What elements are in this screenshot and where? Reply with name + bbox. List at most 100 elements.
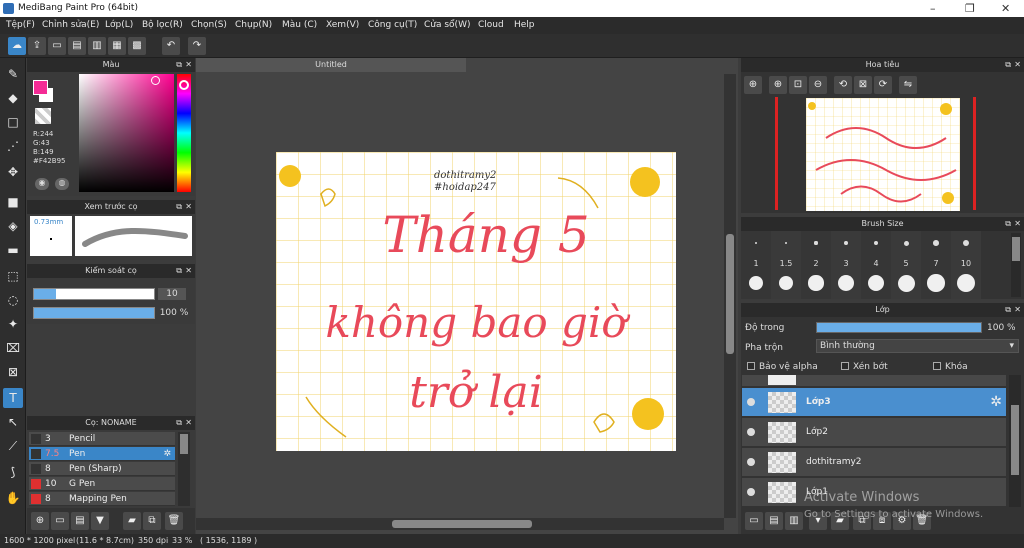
popout-icon[interactable]: ⧉ — [1005, 303, 1011, 317]
close-icon[interactable]: ✕ — [185, 58, 192, 72]
duplicate-icon[interactable]: ⧉ — [143, 512, 161, 530]
layer-row[interactable]: Lớp2 — [742, 418, 1006, 447]
document-icon[interactable]: ▥ — [88, 37, 106, 55]
menu-edit[interactable]: Chỉnh sửa(E) — [42, 20, 99, 30]
menu-view[interactable]: Xem(V) — [326, 20, 359, 30]
select-pen-icon[interactable]: ⌧ — [3, 338, 23, 358]
minimize-button[interactable]: – — [930, 2, 936, 15]
popout-icon[interactable]: ⧉ — [176, 264, 182, 278]
protect-alpha-checkbox[interactable] — [747, 362, 755, 370]
maximize-button[interactable]: ❐ — [965, 2, 975, 15]
blend-mode-select[interactable]: Bình thường ▾ — [816, 339, 1019, 353]
vertical-scroll-thumb[interactable] — [726, 234, 734, 354]
close-button[interactable]: ✕ — [1001, 2, 1010, 15]
cloud-icon[interactable]: ☁ — [8, 37, 26, 55]
brush-size-option[interactable]: 5 — [891, 231, 921, 299]
lock-checkbox[interactable] — [933, 362, 941, 370]
brush-size-option[interactable]: 10 — [951, 231, 981, 299]
brush-size-value[interactable]: 10 — [158, 288, 186, 300]
canvas-horizontal-scrollbar[interactable] — [196, 518, 724, 530]
new-halftone-layer-icon[interactable]: ▤ — [765, 512, 783, 530]
menu-help[interactable]: Help — [514, 20, 535, 30]
dot-tool-icon[interactable]: ⋰ — [3, 136, 23, 156]
brush-item[interactable]: 3 Pencil — [29, 432, 175, 446]
bucket-tool-icon[interactable]: ◈ — [3, 216, 23, 236]
menu-select[interactable]: Chọn(S) — [191, 20, 227, 30]
new-brush-icon[interactable]: ▭ — [51, 512, 69, 530]
document-tab[interactable]: Untitled — [196, 58, 466, 72]
brush-size-scrollbar[interactable] — [1011, 233, 1021, 297]
select-rect-icon[interactable]: ⬚ — [3, 266, 23, 286]
lasso-icon[interactable]: ◌ — [3, 290, 23, 310]
brush-size-option[interactable]: 3 — [831, 231, 861, 299]
brush-item[interactable]: 7.5 Pen ✲ — [29, 447, 175, 461]
palette-icon[interactable]: ◉ — [35, 178, 49, 190]
comment-icon[interactable]: ▭ — [48, 37, 66, 55]
brush-size-option[interactable]: 4 — [861, 231, 891, 299]
brush-size-option[interactable]: 1.5 — [771, 231, 801, 299]
gradient-tool-icon[interactable]: ▬ — [3, 240, 23, 260]
layer-scrollbar[interactable] — [1009, 375, 1021, 507]
close-icon[interactable]: ✕ — [185, 200, 192, 214]
menu-cloud[interactable]: Cloud — [478, 20, 504, 30]
menu-color[interactable]: Màu (C) — [282, 20, 317, 30]
layer-row-partial[interactable] — [742, 375, 1006, 387]
menu-file[interactable]: Tệp(F) — [6, 20, 35, 30]
visibility-icon[interactable] — [747, 398, 755, 406]
zoom-in-icon[interactable]: ⊕ — [744, 76, 762, 94]
copy-brush-icon[interactable]: ▤ — [71, 512, 89, 530]
undo-icon[interactable]: ↶ — [162, 37, 180, 55]
menu-layer[interactable]: Lớp(L) — [105, 20, 133, 30]
navigator-thumbnail[interactable] — [806, 98, 960, 211]
tiles-icon[interactable]: ▩ — [128, 37, 146, 55]
grid-list-icon[interactable]: ▦ — [108, 37, 126, 55]
hand-tool-icon[interactable]: ✋ — [3, 488, 23, 508]
reset-icon[interactable]: ⊠ — [854, 76, 872, 94]
popout-icon[interactable]: ⧉ — [176, 200, 182, 214]
zoom-out-icon[interactable]: ⊖ — [809, 76, 827, 94]
hue-slider[interactable] — [177, 74, 191, 192]
redo-icon[interactable]: ↷ — [188, 37, 206, 55]
popout-icon[interactable]: ⧉ — [176, 416, 182, 430]
color-picker-cursor[interactable] — [151, 76, 160, 85]
transparent-swatch[interactable] — [35, 108, 51, 124]
brush-settings-icon[interactable]: ▼ — [91, 512, 109, 530]
brush-size-option[interactable]: 1 — [741, 231, 771, 299]
text-tool-icon[interactable]: T — [3, 388, 23, 408]
brush-size-option[interactable]: 7 — [921, 231, 951, 299]
scroll-thumb[interactable] — [180, 434, 188, 454]
close-icon[interactable]: ✕ — [1014, 217, 1021, 231]
close-icon[interactable]: ✕ — [1014, 303, 1021, 317]
horizontal-scroll-thumb[interactable] — [392, 520, 532, 528]
scroll-thumb[interactable] — [1011, 405, 1019, 475]
brush-opacity-slider[interactable] — [33, 307, 155, 319]
close-icon[interactable]: ✕ — [185, 416, 192, 430]
scroll-thumb[interactable] — [1012, 237, 1020, 261]
zoom-in-icon[interactable]: ⊕ — [769, 76, 787, 94]
delete-brush-icon[interactable]: 🗑 — [165, 512, 183, 530]
hue-handle[interactable] — [179, 80, 189, 90]
move-tool-icon[interactable]: ✥ — [3, 162, 23, 182]
close-icon[interactable]: ✕ — [185, 264, 192, 278]
clipping-checkbox[interactable] — [841, 362, 849, 370]
rotate-right-icon[interactable]: ⟳ — [874, 76, 892, 94]
popout-icon[interactable]: ⧉ — [1005, 58, 1011, 72]
eyedropper-icon[interactable]: ⟆ — [3, 462, 23, 482]
select-eraser-icon[interactable]: ⊠ — [3, 362, 23, 382]
magic-wand-icon[interactable]: ✦ — [3, 314, 23, 334]
eraser-tool-icon[interactable]: ◆ — [3, 88, 23, 108]
fill-rect-tool-icon[interactable]: ■ — [3, 192, 23, 212]
canvas-vertical-scrollbar[interactable] — [724, 74, 736, 518]
gear-icon[interactable]: ✲ — [163, 447, 171, 461]
artwork-canvas[interactable]: dothitramy2 #hoidap247 Tháng 5 không bao… — [276, 152, 676, 451]
brush-item[interactable]: 10 G Pen — [29, 477, 175, 491]
visibility-icon[interactable] — [747, 488, 755, 496]
color-history-icon[interactable]: ◍ — [55, 178, 69, 190]
folder-icon[interactable]: ▰ — [123, 512, 141, 530]
visibility-icon[interactable] — [747, 428, 755, 436]
rotate-left-icon[interactable]: ⟲ — [834, 76, 852, 94]
menu-capture[interactable]: Chụp(N) — [235, 20, 272, 30]
menu-window[interactable]: Cửa sổ(W) — [424, 20, 470, 30]
brush-list-scrollbar[interactable] — [178, 432, 190, 506]
new-8bit-layer-icon[interactable]: ▥ — [785, 512, 803, 530]
